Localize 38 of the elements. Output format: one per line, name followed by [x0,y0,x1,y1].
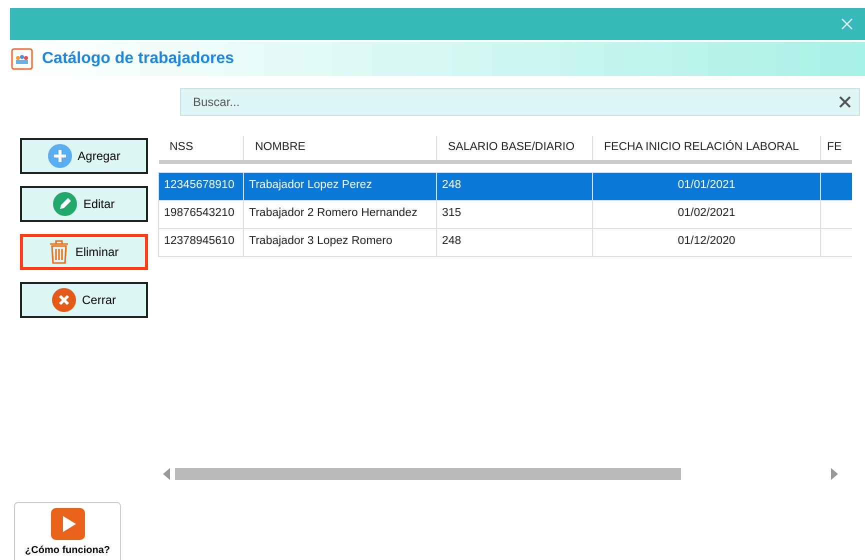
toolbar-button[interactable]: Agregar [20,138,148,174]
app-icon [10,47,34,71]
table-cell: 01/12/2020 [678,235,736,248]
table-cell: Trabajador 3 Lopez Romero [249,235,392,248]
scroll-right-icon[interactable] [830,468,838,480]
table-row[interactable]: 12378945610 Trabajador 3 Lopez Romero 248 01/12/2020 [158,228,852,256]
table-cell: 12345678910 [164,179,234,192]
table-cell: 01/02/2021 [678,207,736,220]
toolbar-button[interactable]: Cerrar [20,282,148,318]
table-cell: Trabajador 2 Romero Hernandez [249,207,418,220]
scrollbar-thumb[interactable] [175,468,681,480]
table-cell: 248 [442,235,462,248]
scroll-left-icon[interactable] [163,468,171,480]
column-header[interactable]: FECHA INICIO RELACIÓN LABORAL [592,136,820,162]
table-row[interactable]: 12345678910 Trabajador Lopez Perez 248 01/01/2021 [158,172,852,200]
column-header[interactable]: NSS [158,136,244,162]
column-header[interactable]: NOMBRE [244,136,436,162]
close-icon [52,288,76,312]
toolbar-button[interactable]: Editar [20,186,148,222]
toolbar-button[interactable]: Eliminar [20,234,148,270]
plus-icon [48,144,72,168]
close-icon[interactable] [841,18,853,30]
column-header[interactable]: FE [820,136,852,162]
clear-icon[interactable] [838,95,852,109]
table-cell: 19876543210 [164,207,234,220]
column-header[interactable]: SALARIO BASE/DIARIO [436,136,592,162]
pencil-icon [53,192,78,216]
table-cell: 248 [442,179,462,192]
table-cell: 01/01/2021 [678,179,736,192]
table-cell: 315 [442,207,462,220]
table-row[interactable]: 19876543210 Trabajador 2 Romero Hernandez 315 01/02/2021 [158,200,852,228]
search-field[interactable]: Buscar... [180,88,860,116]
trash-icon [49,240,70,264]
window-title: Catálogo de trabajadores [42,49,234,69]
table-cell: Trabajador Lopez Perez [249,179,372,192]
table-cell: 12378945610 [164,235,234,248]
help-button[interactable]: ¿Cómo funciona? [14,502,121,560]
play-icon [50,508,84,540]
